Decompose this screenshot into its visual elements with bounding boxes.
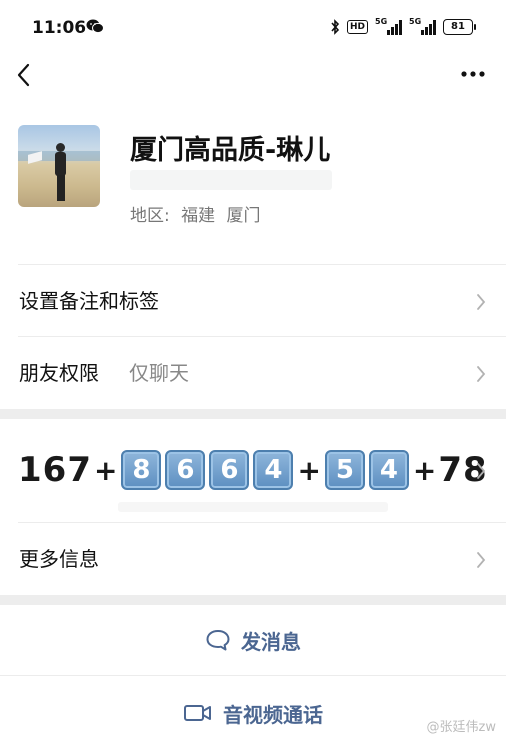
plus-sign: + (93, 453, 118, 487)
friend-permissions-row[interactable]: 朋友权限 仅聊天 (0, 337, 506, 409)
digit-keycap: 8 (121, 450, 162, 490)
signal-icon-2: 5G (409, 17, 436, 35)
friend-permissions-value: 仅聊天 (129, 361, 189, 385)
video-call-button[interactable]: 音视频通话 (0, 680, 506, 745)
digit-keycap: 4 (253, 450, 294, 490)
more-info-row[interactable]: 更多信息 (0, 523, 506, 595)
phone-prefix: 167 (18, 450, 92, 490)
section-separator (0, 409, 506, 419)
bluetooth-icon (331, 19, 340, 35)
chevron-right-icon (477, 552, 486, 568)
remarks-tags-label: 设置备注和标签 (19, 289, 159, 313)
chat-bubble-icon (206, 630, 230, 651)
contact-region: 地区: 福建 厦门 (130, 201, 261, 226)
back-icon[interactable] (14, 62, 34, 88)
digit-keycap: 5 (324, 450, 365, 490)
phone-row[interactable]: 167 + 8 6 6 4 + 5 4 + 78 (0, 420, 506, 522)
region-city: 厦门 (226, 206, 261, 226)
hd-badge: HD (346, 20, 368, 34)
video-call-icon (184, 705, 211, 721)
avatar[interactable] (18, 125, 100, 207)
chevron-right-icon (477, 463, 486, 479)
send-message-label: 发消息 (241, 629, 301, 654)
digit-keycap: 6 (165, 450, 206, 490)
plus-sign: + (412, 453, 437, 487)
region-label: 地区: (130, 206, 170, 226)
contact-name: 厦门高品质-琳儿 (130, 135, 331, 166)
more-info-label: 更多信息 (19, 547, 99, 571)
chevron-right-icon (477, 294, 486, 310)
chevron-right-icon (477, 366, 486, 382)
phone-number: 167 + 8 6 6 4 + 5 4 + 78 (18, 450, 488, 490)
section-separator (0, 595, 506, 605)
wechat-id-redacted (130, 170, 332, 190)
status-icons: HD 5G 5G 81 (330, 17, 476, 35)
digit-keycap: 6 (209, 450, 250, 490)
friend-permissions-label: 朋友权限 (19, 361, 99, 385)
more-icon[interactable] (460, 70, 486, 78)
video-call-label: 音视频通话 (223, 702, 323, 727)
watermark: @张廷伟zw (426, 720, 496, 735)
status-time: 11:06 (32, 18, 87, 38)
send-message-button[interactable]: 发消息 (0, 607, 506, 673)
remarks-tags-row[interactable]: 设置备注和标签 (0, 265, 506, 337)
status-bar: 11:06 HD 5G 5G 81 (0, 0, 506, 56)
signal-icon: 5G (375, 17, 402, 35)
battery-icon: 81 (443, 19, 476, 35)
digit-keycap: 4 (368, 450, 409, 490)
plus-sign: + (297, 453, 321, 487)
wechat-icon (86, 19, 104, 34)
phone-blur (118, 502, 388, 512)
region-province: 福建 (181, 206, 216, 226)
divider (0, 675, 506, 676)
